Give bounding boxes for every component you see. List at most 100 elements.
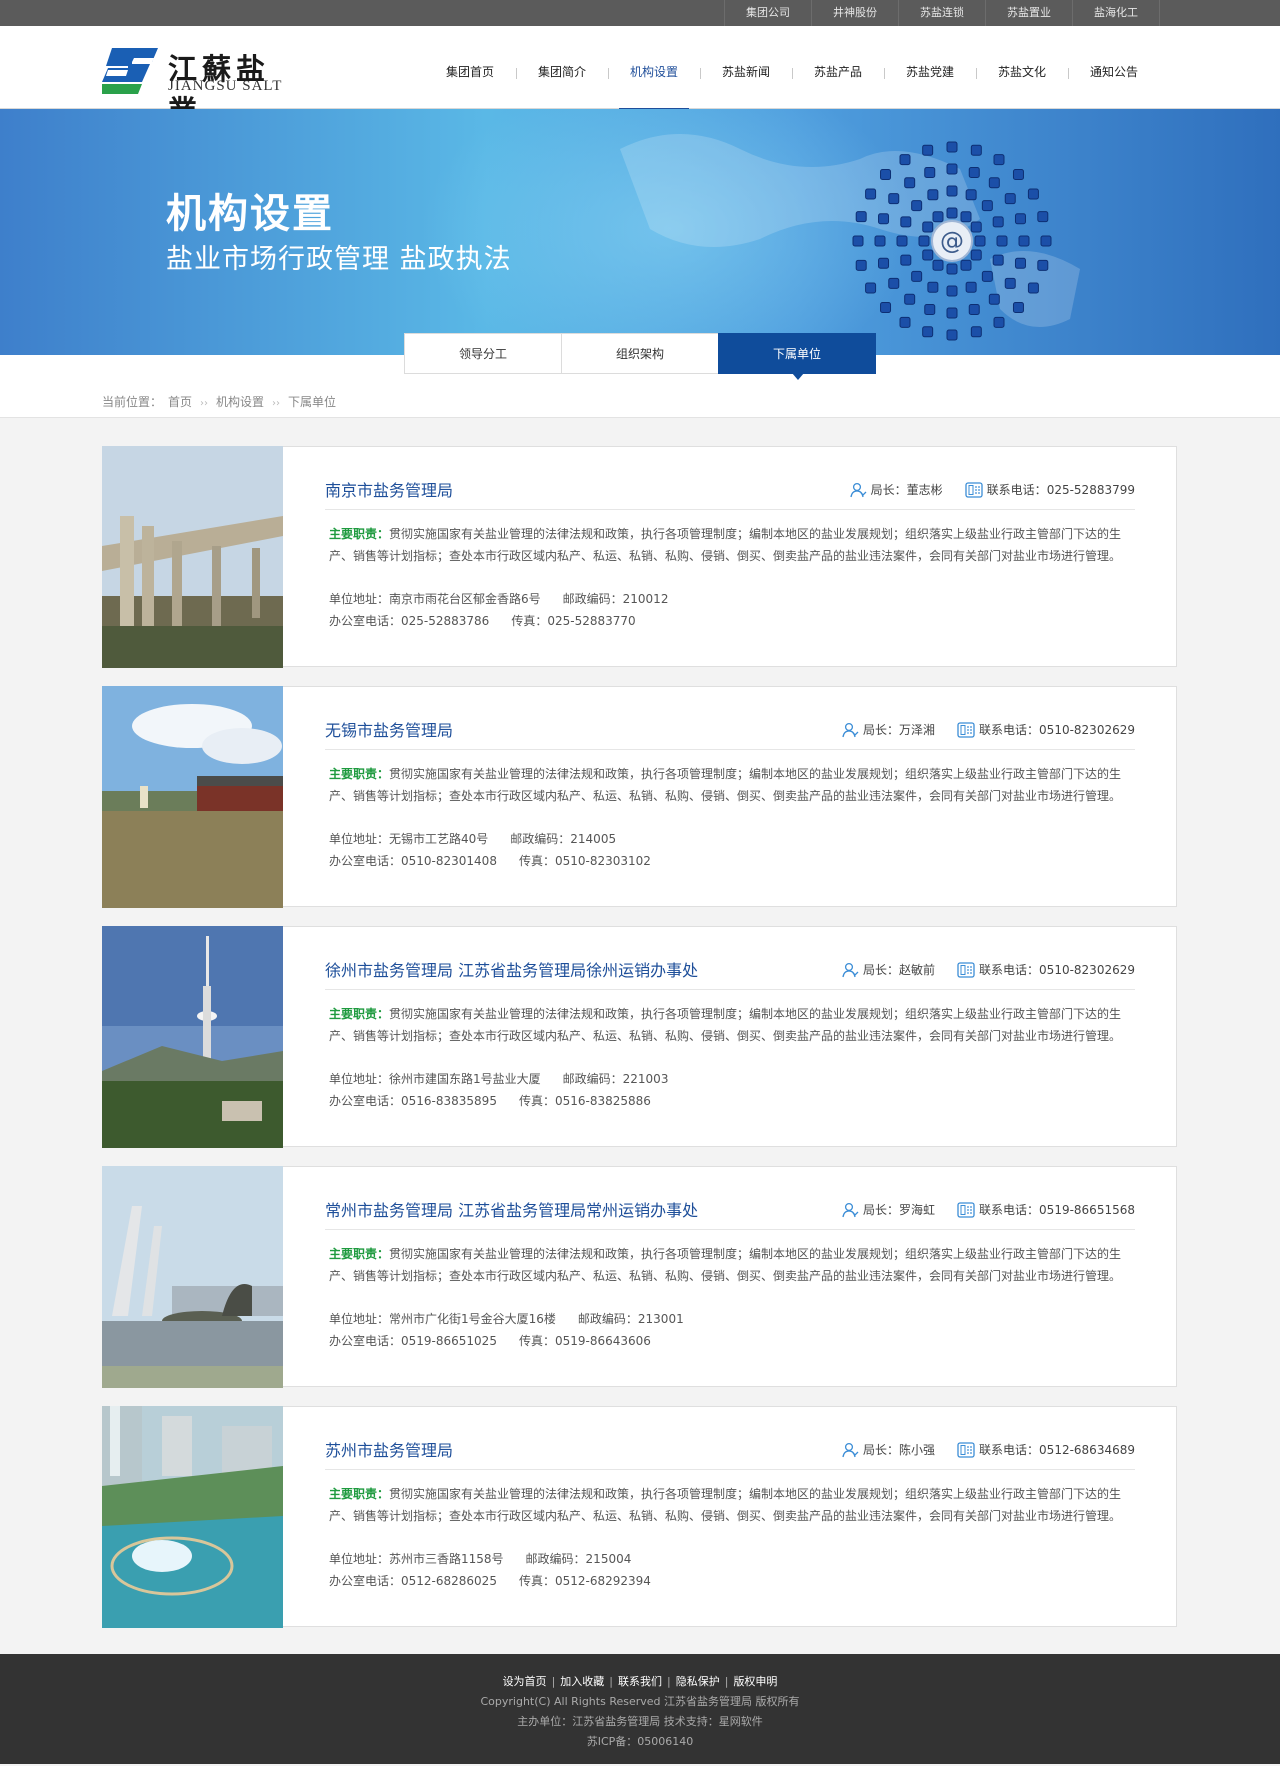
- phone-label: 联系电话：: [979, 1203, 1040, 1217]
- unit-address: 单位地址：常州市广化街1号金谷大厦16楼: [329, 1312, 556, 1326]
- unit-card: 南京市盐务管理局 局长： 董志彬 联系电话： 025-52883799 主要职责：贯彻实施…: [102, 446, 1177, 668]
- unit-duties: 主要职责：贯彻实施国家有关盐业管理的法律法规和政策，执行各项管理制度；编制本地区…: [329, 524, 1135, 567]
- tab-structure[interactable]: 组织架构: [561, 333, 719, 374]
- unit-meta: 局长： 万泽湘 联系电话： 0510-82302629: [841, 721, 1135, 738]
- unit-title-link[interactable]: 南京市盐务管理局: [325, 477, 453, 501]
- breadcrumb-current: 下属单位: [288, 395, 337, 409]
- office-phone: 办公室电话：0519-86651025: [329, 1333, 497, 1348]
- top-utility-bar: 集团公司 井神股份 苏盐连锁 苏盐置业 盐海化工: [0, 0, 1280, 26]
- unit-photo[interactable]: [102, 926, 283, 1148]
- topbar-link-jingshen[interactable]: 井神股份: [811, 0, 898, 26]
- unit-card: 徐州市盐务管理局 江苏省盐务管理局徐州运销办事处 局长： 赵敏前 联系电话： 0510-…: [102, 926, 1177, 1148]
- unit-photo[interactable]: [102, 1406, 283, 1628]
- unit-postcode: 邮政编码：214005: [510, 832, 617, 846]
- nav-item-news[interactable]: 苏盐新闻: [700, 26, 792, 109]
- footer-link-copyright[interactable]: 版权申明: [733, 1675, 777, 1688]
- director-name: 陈小强: [899, 1443, 936, 1457]
- director-name: 罗海虹: [899, 1203, 936, 1217]
- phone-label: 联系电话：: [986, 483, 1047, 497]
- divider: [325, 509, 1135, 510]
- duty-label: 主要职责：: [329, 767, 390, 781]
- tab-leadership[interactable]: 领导分工: [404, 333, 562, 374]
- phone-icon: [957, 1441, 975, 1458]
- nav-label: 苏盐文化: [997, 65, 1046, 79]
- unit-address: 单位地址：苏州市三香路1158号: [329, 1552, 504, 1566]
- footer-icp: 苏ICP备：05006140: [586, 1735, 694, 1748]
- duty-label: 主要职责：: [329, 527, 390, 541]
- nav-item-culture[interactable]: 苏盐文化: [976, 26, 1068, 109]
- duty-label: 主要职责：: [329, 1487, 390, 1501]
- nav-label: 集团简介: [537, 65, 586, 79]
- site-footer: 设为首页 | 加入收藏 | 联系我们 | 隐私保护 | 版权申明 Copyright(C) Al…: [0, 1654, 1280, 1764]
- unit-postcode: 邮政编码：221003: [562, 1072, 669, 1086]
- phone-icon: [957, 961, 975, 978]
- footer-link-contact[interactable]: 联系我们: [618, 1675, 662, 1688]
- phone-label: 联系电话：: [979, 1443, 1040, 1457]
- unit-contact-info: 单位地址：苏州市三香路1158号 邮政编码：215004 办公室电话：0512-68…: [329, 1549, 651, 1592]
- unit-title-link[interactable]: 无锡市盐务管理局: [325, 717, 453, 741]
- director-name: 万泽湘: [899, 723, 936, 737]
- site-logo[interactable]: 江蘇盐業 JIANGSU SALT: [102, 48, 302, 128]
- banner-subtitle: 盐业市场行政管理 盐政执法: [166, 244, 512, 275]
- topbar-link-realestate[interactable]: 苏盐置业: [985, 0, 1072, 26]
- unit-postcode: 邮政编码：215004: [525, 1552, 632, 1566]
- divider: [325, 1229, 1135, 1230]
- unit-photo[interactable]: [102, 1166, 283, 1388]
- user-icon: [842, 1202, 859, 1217]
- nav-label: 苏盐新闻: [721, 65, 770, 79]
- nav-item-intro[interactable]: 集团简介: [516, 26, 608, 109]
- divider: [325, 1469, 1135, 1470]
- footer-copyright: Copyright(C) All Rights Reserved 江苏省盐务管理…: [480, 1695, 800, 1708]
- sub-tabs: 领导分工 组织架构 下属单位: [404, 333, 876, 380]
- office-phone: 办公室电话：0510-82301408: [329, 853, 497, 868]
- unit-duties: 主要职责：贯彻实施国家有关盐业管理的法律法规和政策，执行各项管理制度；编制本地区…: [329, 1484, 1135, 1527]
- contact-phone: 025-52883799: [1046, 482, 1135, 497]
- footer-links: 设为首页 | 加入收藏 | 联系我们 | 隐私保护 | 版权申明: [502, 1675, 778, 1688]
- breadcrumb-prefix: 当前位置：: [102, 395, 163, 409]
- nav-item-party[interactable]: 苏盐党建: [884, 26, 976, 109]
- unit-list: 南京市盐务管理局 局长： 董志彬 联系电话： 025-52883799 主要职责：贯彻实施…: [0, 418, 1280, 1654]
- unit-meta: 局长： 罗海虹 联系电话： 0519-86651568: [841, 1201, 1135, 1218]
- nav-item-notices[interactable]: 通知公告: [1068, 26, 1160, 109]
- breadcrumb-home[interactable]: 首页: [168, 395, 192, 409]
- nav-item-organization[interactable]: 机构设置: [608, 26, 700, 110]
- unit-card: 常州市盐务管理局 江苏省盐务管理局常州运销办事处 局长： 罗海虹 联系电话： 0519-…: [102, 1166, 1177, 1388]
- unit-fax: 传真：0510-82303102: [518, 853, 651, 868]
- nav-item-home[interactable]: 集团首页: [424, 26, 516, 109]
- nav-item-products[interactable]: 苏盐产品: [792, 26, 884, 109]
- unit-title-link[interactable]: 苏州市盐务管理局: [325, 1437, 453, 1461]
- duty-text: 贯彻实施国家有关盐业管理的法律法规和政策，执行各项管理制度；编制本地区的盐业发展…: [329, 1487, 1122, 1523]
- footer-link-privacy[interactable]: 隐私保护: [676, 1675, 720, 1688]
- nav-label: 通知公告: [1089, 65, 1138, 79]
- contact-phone: 0512-68634689: [1039, 1442, 1135, 1457]
- breadcrumb-organization[interactable]: 机构设置: [216, 395, 264, 409]
- page-banner: 机构设置 盐业市场行政管理 盐政执法 @: [0, 109, 1280, 355]
- user-icon: [842, 962, 859, 977]
- phone-icon: [965, 481, 983, 498]
- unit-title-link[interactable]: 常州市盐务管理局 江苏省盐务管理局常州运销办事处: [325, 1197, 698, 1221]
- unit-postcode: 邮政编码：213001: [577, 1312, 684, 1326]
- director-name: 董志彬: [906, 483, 943, 497]
- duty-text: 贯彻实施国家有关盐业管理的法律法规和政策，执行各项管理制度；编制本地区的盐业发展…: [329, 767, 1122, 803]
- topbar-links: 集团公司 井神股份 苏盐连锁 苏盐置业 盐海化工: [724, 0, 1160, 26]
- director-label: 局长：: [863, 723, 900, 737]
- topbar-link-group[interactable]: 集团公司: [724, 0, 811, 26]
- unit-photo[interactable]: [102, 686, 283, 908]
- unit-address: 单位地址：无锡市工艺路40号: [329, 832, 489, 846]
- unit-title-link[interactable]: 徐州市盐务管理局 江苏省盐务管理局徐州运销办事处: [325, 957, 698, 981]
- unit-photo[interactable]: [102, 446, 283, 668]
- phone-icon: [957, 1201, 975, 1218]
- director-name: 赵敏前: [899, 963, 936, 977]
- duty-label: 主要职责：: [329, 1007, 390, 1021]
- topbar-link-chain[interactable]: 苏盐连锁: [898, 0, 985, 26]
- unit-address: 单位地址：徐州市建国东路1号盐业大厦: [329, 1072, 541, 1086]
- duty-label: 主要职责：: [329, 1247, 390, 1261]
- footer-link-homepage[interactable]: 设为首页: [503, 1675, 547, 1688]
- nav-label: 苏盐党建: [905, 65, 954, 79]
- topbar-link-chemical[interactable]: 盐海化工: [1072, 0, 1160, 26]
- unit-contact-info: 单位地址：徐州市建国东路1号盐业大厦 邮政编码：221003 办公室电话：0516-…: [329, 1069, 668, 1112]
- footer-link-favorite[interactable]: 加入收藏: [560, 1675, 604, 1688]
- tab-subordinate-units[interactable]: 下属单位: [718, 333, 876, 380]
- phone-label: 联系电话：: [979, 723, 1040, 737]
- main-nav: 集团首页 集团简介 机构设置 苏盐新闻 苏盐产品 苏盐党建 苏盐文化 通知公告: [424, 26, 1160, 110]
